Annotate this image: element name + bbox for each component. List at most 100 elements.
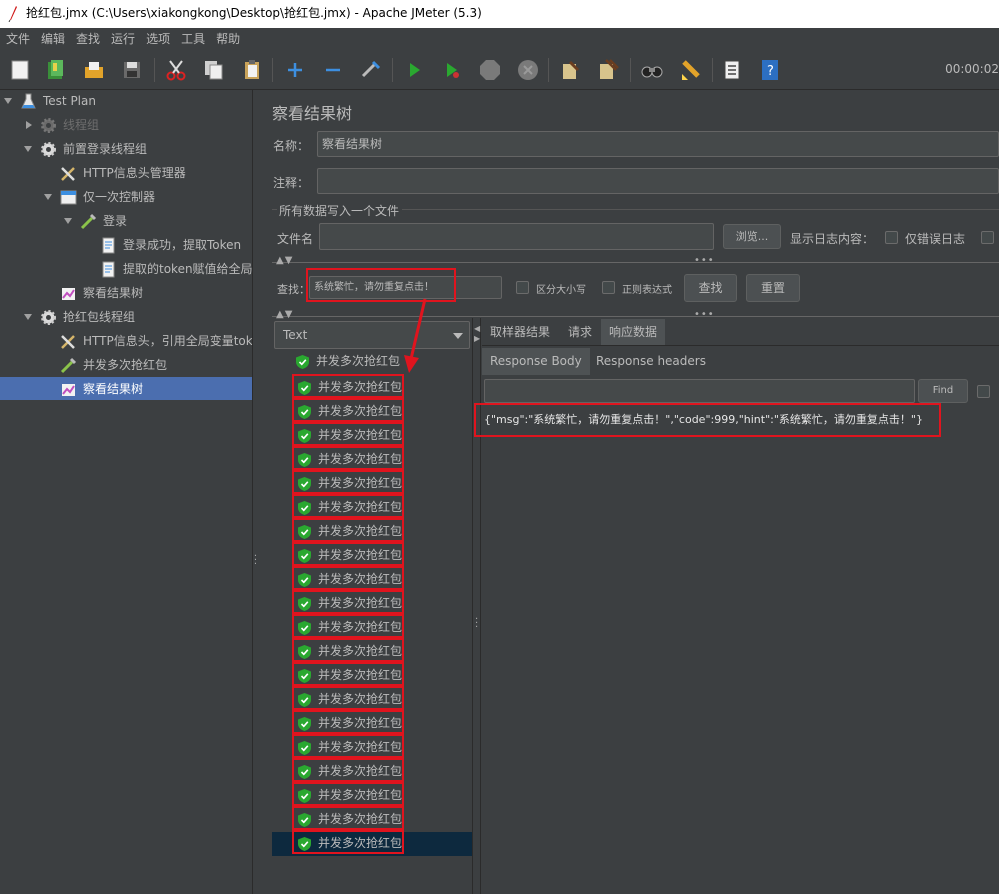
collapse-arrows-icon[interactable]: ▲▼ <box>276 255 293 266</box>
expand-arrow-icon[interactable] <box>44 194 52 200</box>
reset-button[interactable]: 重置 <box>746 274 800 302</box>
name-field[interactable]: 察看结果树 <box>317 131 999 157</box>
clear-icon[interactable] <box>558 58 582 82</box>
menu-edit[interactable]: 编辑 <box>35 28 70 50</box>
result-item[interactable]: 并发多次抢红包 <box>292 470 404 494</box>
result-item[interactable]: 并发多次抢红包 <box>292 710 404 734</box>
result-item[interactable]: 并发多次抢红包 <box>292 374 404 398</box>
result-item-label: 并发多次抢红包 <box>318 788 403 802</box>
stop-icon[interactable] <box>478 58 502 82</box>
expand-arrow-icon[interactable] <box>24 146 32 152</box>
result-item[interactable]: 并发多次抢红包 <box>292 830 404 854</box>
clear-all-icon[interactable] <box>596 58 620 82</box>
splitter-grip-icon[interactable]: ••• <box>694 255 715 266</box>
collapse-arrows-icon[interactable]: ▲▼ <box>276 309 293 320</box>
result-item[interactable]: 并发多次抢红包 <box>292 590 404 614</box>
tab-response-body[interactable]: Response Body <box>482 348 590 375</box>
expand-arrow-icon[interactable] <box>64 218 72 224</box>
tree-node-thread-group-disabled[interactable]: 线程组 <box>0 114 252 136</box>
result-item[interactable]: 并发多次抢红包 <box>292 638 404 662</box>
errors-only-checkbox[interactable] <box>885 231 898 244</box>
body-search-field[interactable] <box>484 379 915 403</box>
tree-node-test-plan[interactable]: Test Plan <box>0 90 252 112</box>
result-item[interactable]: 并发多次抢红包 <box>292 686 404 710</box>
successes-only-checkbox[interactable] <box>981 231 994 244</box>
help-icon[interactable]: ? <box>758 58 782 82</box>
renderer-select[interactable]: Text <box>274 321 470 349</box>
result-item[interactable]: 并发多次抢红包 <box>292 782 404 806</box>
expand-arrow-icon[interactable] <box>24 314 32 320</box>
templates-icon[interactable] <box>44 58 68 82</box>
menu-tools[interactable]: 工具 <box>175 28 210 50</box>
function-helper-icon[interactable] <box>720 58 744 82</box>
result-item[interactable]: 并发多次抢红包 <box>292 614 404 638</box>
result-item[interactable]: 并发多次抢红包 <box>292 398 404 422</box>
copy-icon[interactable] <box>202 58 226 82</box>
result-item[interactable]: 并发多次抢红包 <box>292 662 404 686</box>
open-icon[interactable] <box>82 58 106 82</box>
tab-sampler-result[interactable]: 取样器结果 <box>482 319 558 345</box>
body-find-button[interactable]: Find <box>918 379 968 403</box>
expand-icon[interactable] <box>283 58 307 82</box>
shutdown-icon[interactable] <box>516 58 540 82</box>
menu-run[interactable]: 运行 <box>105 28 140 50</box>
tree-node-assign-global-token[interactable]: 提取的token赋值给全局变 <box>0 258 252 280</box>
tree-node-http-header-manager[interactable]: HTTP信息头管理器 <box>0 162 252 184</box>
tab-response-headers[interactable]: Response headers <box>588 348 714 375</box>
result-item[interactable]: 并发多次抢红包 <box>292 542 404 566</box>
menu-bar: 文件 编辑 查找 运行 选项 工具 帮助 <box>0 28 999 50</box>
cut-icon[interactable] <box>164 58 188 82</box>
tree-node-concurrent-sampler[interactable]: 并发多次抢红包 <box>0 354 252 376</box>
save-icon[interactable] <box>120 58 144 82</box>
tree-node-label: 并发多次抢红包 <box>83 358 168 372</box>
menu-search[interactable]: 查找 <box>70 28 105 50</box>
tree-node-login-sampler[interactable]: 登录 <box>0 210 252 232</box>
tab-request[interactable]: 请求 <box>560 319 600 345</box>
reset-search-icon[interactable] <box>678 58 702 82</box>
splitter-arrows-icon[interactable]: ◀ ▶ <box>474 324 480 344</box>
paste-icon[interactable] <box>240 58 264 82</box>
result-item[interactable]: 并发多次抢红包 <box>292 806 404 830</box>
collapse-icon[interactable] <box>321 58 345 82</box>
expand-arrow-icon[interactable] <box>4 98 12 104</box>
tree-node-once-only-controller[interactable]: 仅一次控制器 <box>0 186 252 208</box>
start-no-pause-icon[interactable] <box>440 58 464 82</box>
search-icon[interactable] <box>640 58 664 82</box>
menu-options[interactable]: 选项 <box>140 28 175 50</box>
regex-checkbox[interactable] <box>602 281 615 294</box>
result-item[interactable]: 并发多次抢红包 <box>292 350 404 374</box>
menu-help[interactable]: 帮助 <box>210 28 245 50</box>
result-item[interactable]: 并发多次抢红包 <box>292 566 404 590</box>
menu-file[interactable]: 文件 <box>0 28 35 50</box>
start-icon[interactable] <box>402 58 426 82</box>
splitter-grip-icon: · · · <box>475 614 480 633</box>
body-case-checkbox[interactable] <box>977 385 990 398</box>
result-item[interactable]: 并发多次抢红包 <box>292 758 404 782</box>
tree-node-red-packet-thread-group[interactable]: 抢红包线程组 <box>0 306 252 328</box>
tab-response-data[interactable]: 响应数据 <box>601 319 666 345</box>
filename-field[interactable] <box>319 223 714 250</box>
tree-splitter[interactable]: · · · <box>252 90 259 894</box>
toggle-icon[interactable] <box>359 58 383 82</box>
tree-node-view-results-tree-selected[interactable]: 察看结果树 <box>0 378 252 400</box>
success-shield-icon <box>298 381 311 395</box>
collapsed-arrow-icon[interactable] <box>26 121 32 129</box>
find-button[interactable]: 查找 <box>684 274 737 302</box>
result-item[interactable]: 并发多次抢红包 <box>292 494 404 518</box>
result-item[interactable]: 并发多次抢红包 <box>292 446 404 470</box>
result-item-label: 并发多次抢红包 <box>318 572 403 586</box>
tree-node-http-header-global-token[interactable]: HTTP信息头，引用全局变量toke <box>0 330 252 352</box>
tree-node-login-thread-group[interactable]: 前置登录线程组 <box>0 138 252 160</box>
comment-field[interactable] <box>317 168 999 194</box>
tree-node-extract-token[interactable]: 登录成功，提取Token <box>0 234 252 256</box>
tree-node-label: 线程组 <box>63 118 100 132</box>
result-item[interactable]: 并发多次抢红包 <box>292 518 404 542</box>
response-body-area[interactable] <box>482 405 999 894</box>
result-item[interactable]: 并发多次抢红包 <box>292 422 404 446</box>
tree-node-view-results-tree-login[interactable]: 察看结果树 <box>0 282 252 304</box>
new-icon[interactable] <box>8 58 32 82</box>
result-item[interactable]: 并发多次抢红包 <box>292 734 404 758</box>
case-sensitive-checkbox[interactable] <box>516 281 529 294</box>
browse-button[interactable]: 浏览... <box>723 224 781 249</box>
result-item-label: 并发多次抢红包 <box>318 548 403 562</box>
